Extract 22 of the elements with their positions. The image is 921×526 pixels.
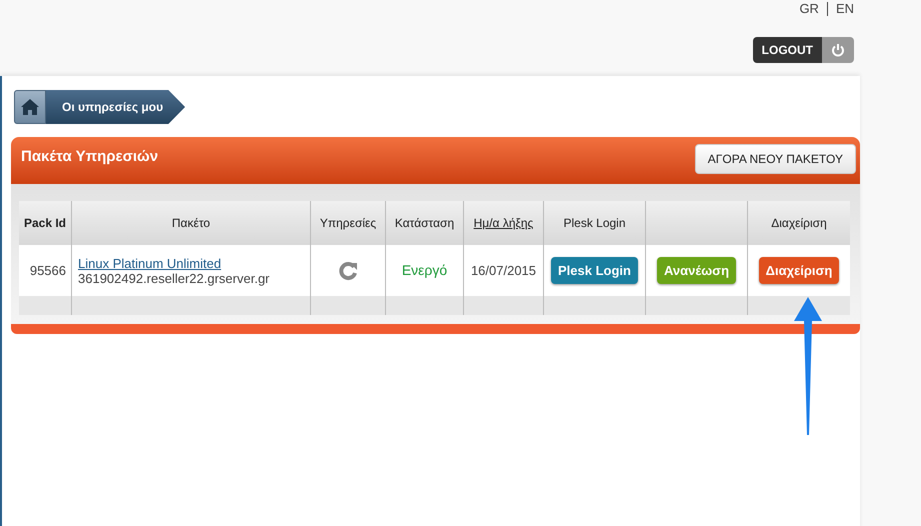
status-text: Ενεργό	[402, 261, 448, 280]
language-link[interactable]: GR	[799, 0, 819, 19]
column-header: Κατάσταση	[394, 215, 454, 232]
language-link[interactable]: EN	[836, 0, 854, 19]
breadcrumb-link[interactable]: Οι υπηρεσίες μου	[46, 90, 186, 124]
table-cell-text: 16/07/2015	[470, 262, 536, 280]
power-icon	[831, 43, 845, 57]
refresh-icon[interactable]	[338, 260, 358, 280]
table-cell-text: 361902492.reseller22.grserver.gr	[78, 270, 271, 286]
panel-title: Πακέτα Υπηρεσιών	[21, 147, 158, 167]
column-header: Διαχείριση	[771, 215, 827, 232]
table-cell-text: 95566	[30, 262, 66, 280]
column-header-link[interactable]: Ημ/α λήξης	[474, 214, 534, 232]
package-link[interactable]: Linux Platinum Unlimited	[78, 256, 222, 270]
buy-package-button[interactable]: ΑΓΟΡΑ ΝΕΟΥ ΠΑΚΕΤΟΥ	[694, 144, 856, 174]
action-button[interactable]: Plesk Login	[551, 257, 638, 284]
home-icon[interactable]	[21, 99, 39, 115]
column-header: Pack Id	[24, 215, 66, 232]
action-button[interactable]: Διαχείριση	[758, 257, 840, 284]
column-header: Plesk Login	[563, 215, 626, 232]
column-header: Πακέτο	[172, 215, 210, 232]
column-header: Υπηρεσίες	[320, 215, 376, 232]
